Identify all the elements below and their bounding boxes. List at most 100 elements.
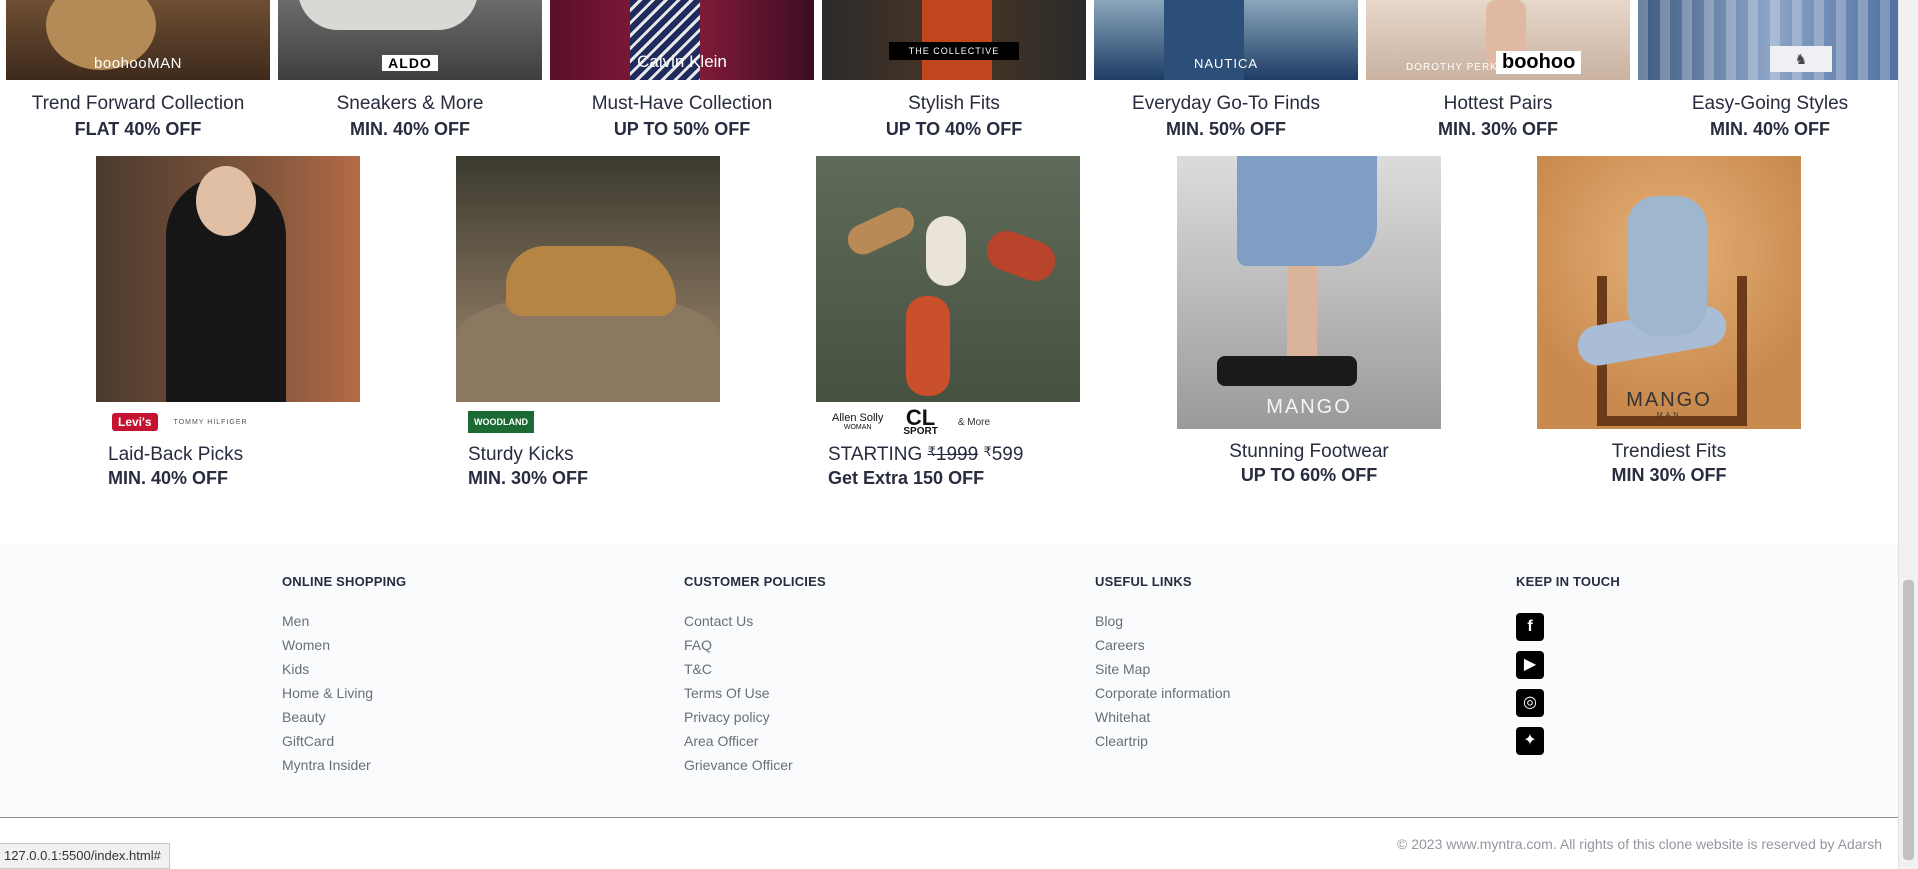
footer-heading: KEEP IN TOUCH (1516, 574, 1620, 589)
footer-link-whitehat[interactable]: Whitehat (1095, 709, 1230, 733)
offer-image[interactable]: Calvin Klein (550, 0, 814, 80)
offer-image[interactable]: MANGO (1177, 156, 1441, 429)
offer-image[interactable]: ♞ (1638, 0, 1902, 80)
footer-link-privacy-policy[interactable]: Privacy policy (684, 709, 826, 733)
offer-image[interactable]: NAUTICA (1094, 0, 1358, 80)
brand-logos: Allen Solly WOMAN CL SPORT & More (816, 402, 1080, 442)
offer-card[interactable]: ALDO Sneakers & More MIN. 40% OFF (278, 0, 542, 145)
old-price: ₹1999 (928, 444, 979, 465)
brand-logo: boohooMAN (94, 55, 182, 72)
offer-title: Trend Forward Collection (31, 93, 245, 114)
footer-link-terms-of-use[interactable]: Terms Of Use (684, 685, 826, 709)
footer-link-kids[interactable]: Kids (282, 661, 406, 685)
footer-link-faq[interactable]: FAQ (684, 637, 826, 661)
offer-discount: Get Extra 150 OFF (828, 468, 985, 488)
offer-image[interactable]: ALDO (278, 0, 542, 80)
offer-image[interactable]: THE COLLECTIVE (822, 0, 1086, 80)
offer-discount: MIN. 40% OFF (108, 468, 229, 488)
footer-link-beauty[interactable]: Beauty (282, 709, 406, 733)
offer-card[interactable]: MANGO MAN Trendiest Fits MIN 30% OFF (1537, 156, 1801, 486)
offer-title: STARTING ₹1999 ₹599 (816, 444, 1080, 466)
footer-heading: USEFUL LINKS (1095, 574, 1192, 589)
offer-discount: MIN. 50% OFF (1165, 119, 1286, 139)
currency-symbol: ₹ (983, 444, 992, 459)
footer-link-careers[interactable]: Careers (1095, 637, 1230, 661)
offer-image[interactable]: DOROTHY PERKINS boohoo (1366, 0, 1630, 80)
brand-logos: Levi's TOMMY HILFIGER (96, 402, 360, 442)
offer-discount: MIN. 40% OFF (1709, 119, 1830, 139)
instagram-icon[interactable]: ◎ (1516, 689, 1544, 717)
more-brands-label: & More (957, 416, 991, 428)
brand-logos: WOODLAND (456, 402, 720, 442)
offer-image[interactable] (456, 156, 720, 402)
top-offer-row: boohooMAN Trend Forward Collection FLAT … (6, 0, 1902, 145)
footer-link-men[interactable]: Men (282, 613, 406, 637)
offer-discount: UP TO 40% OFF (885, 119, 1023, 139)
offer-image[interactable] (816, 156, 1080, 402)
brand-logo: Levi's (112, 413, 158, 431)
offer-card[interactable]: boohooMAN Trend Forward Collection FLAT … (6, 0, 270, 145)
brand-logo: THE COLLECTIVE (888, 42, 1020, 60)
offer-discount: MIN. 30% OFF (1437, 119, 1558, 139)
brand-logo: MANGO (1266, 396, 1352, 418)
offer-card[interactable]: Levi's TOMMY HILFIGER Laid-Back Picks MI… (96, 156, 360, 489)
page-scrollbar[interactable] (1898, 0, 1918, 869)
offer-card[interactable]: Calvin Klein Must-Have Collection UP TO … (550, 0, 814, 145)
offer-title: Sneakers & More (336, 93, 484, 114)
offer-image[interactable] (96, 156, 360, 402)
offer-card[interactable]: NAUTICA Everyday Go-To Finds MIN. 50% OF… (1094, 0, 1358, 145)
footer-link-blog[interactable]: Blog (1095, 613, 1230, 637)
polo-logo-icon: ♞ (1770, 46, 1832, 72)
footer-heading: ONLINE SHOPPING (282, 574, 407, 589)
offer-discount: MIN. 40% OFF (349, 119, 470, 139)
brand-logo: NAUTICA (1193, 56, 1259, 71)
twitter-icon[interactable]: ✦ (1516, 727, 1544, 755)
offer-title: Easy-Going Styles (1691, 93, 1849, 114)
brand-logo: WOODLAND (468, 411, 534, 433)
offer-title: Hottest Pairs (1443, 93, 1553, 114)
offer-title: Stylish Fits (908, 93, 1000, 114)
footer-link-giftcard[interactable]: GiftCard (282, 733, 406, 757)
offer-title: Must-Have Collection (591, 93, 773, 114)
offer-card[interactable]: WOODLAND Sturdy Kicks MIN. 30% OFF (456, 156, 720, 489)
footer-link-area-officer[interactable]: Area Officer (684, 733, 826, 757)
offer-title: Everyday Go-To Finds (1132, 93, 1320, 114)
offer-discount: UP TO 60% OFF (1240, 465, 1378, 485)
offer-card[interactable]: MANGO Stunning Footwear UP TO 60% OFF (1177, 156, 1441, 486)
copyright-text: © 2023 www.myntra.com. All rights of thi… (1397, 836, 1882, 852)
footer-link-corporate-information[interactable]: Corporate information (1095, 685, 1230, 709)
footer-heading: CUSTOMER POLICIES (684, 574, 826, 589)
offer-discount: MIN. 30% OFF (468, 468, 589, 488)
footer-link-grievance-officer[interactable]: Grievance Officer (684, 757, 826, 781)
brand-logo-sub: WOMAN (843, 424, 872, 431)
browser-status-url: 127.0.0.1:5500/index.html# (0, 843, 170, 869)
footer-link-cleartrip[interactable]: Cleartrip (1095, 733, 1230, 757)
offer-image[interactable]: boohooMAN (6, 0, 270, 80)
footer-customer-policies: CUSTOMER POLICIES Contact Us FAQ T&C Ter… (684, 574, 826, 781)
brand-logo: CL SPORT (903, 406, 937, 437)
offer-image[interactable]: MANGO MAN (1537, 156, 1801, 429)
offer-card[interactable]: DOROTHY PERKINS boohoo Hottest Pairs MIN… (1366, 0, 1630, 145)
footer-link-site-map[interactable]: Site Map (1095, 661, 1230, 685)
offer-card[interactable]: Allen Solly WOMAN CL SPORT & More STARTI… (816, 156, 1080, 489)
social-links: f ▶ ◎ ✦ (1516, 613, 1620, 755)
footer-link-myntra-insider[interactable]: Myntra Insider (282, 757, 406, 781)
footer-divider (0, 817, 1898, 818)
old-price-value: 1999 (935, 444, 979, 465)
footer-link-women[interactable]: Women (282, 637, 406, 661)
footer-link-contact-us[interactable]: Contact Us (684, 613, 826, 637)
new-price-value: 599 (991, 444, 1024, 465)
facebook-icon[interactable]: f (1516, 613, 1544, 641)
offer-discount: MIN 30% OFF (1611, 465, 1727, 485)
youtube-icon[interactable]: ▶ (1516, 651, 1544, 679)
scrollbar-thumb[interactable] (1903, 580, 1914, 860)
footer-link-home-living[interactable]: Home & Living (282, 685, 406, 709)
footer-link-tc[interactable]: T&C (684, 661, 826, 685)
brand-logo-sub: MAN (1656, 412, 1682, 419)
brand-logo-text: MANGO (1626, 389, 1712, 411)
offer-title: Trendiest Fits (1611, 441, 1727, 462)
footer-keep-in-touch: KEEP IN TOUCH f ▶ ◎ ✦ (1516, 574, 1620, 755)
offer-card[interactable]: ♞ Easy-Going Styles MIN. 40% OFF (1638, 0, 1902, 145)
offer-card[interactable]: THE COLLECTIVE Stylish Fits UP TO 40% OF… (822, 0, 1086, 145)
new-price: ₹599 (983, 444, 1023, 465)
